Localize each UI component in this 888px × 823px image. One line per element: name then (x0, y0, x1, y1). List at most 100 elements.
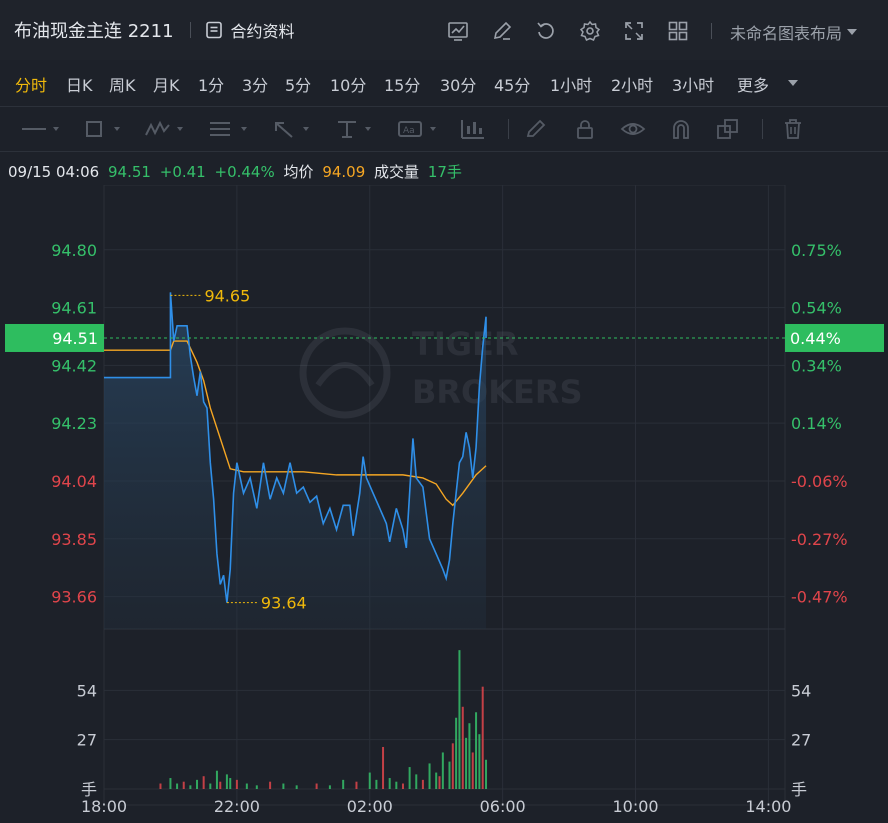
divider (508, 117, 509, 141)
arrow-tool[interactable] (272, 117, 318, 141)
undo-icon (537, 22, 554, 39)
volume-tick-left: 54 (77, 681, 97, 700)
high-marker-label: 94.65 (204, 286, 250, 305)
brush-tool[interactable] (524, 117, 548, 141)
period-tab-2[interactable]: 周K (109, 72, 136, 96)
period-tab-10[interactable]: 45分 (494, 72, 530, 96)
time-tick-label: 02:00 (347, 797, 393, 816)
volume-bar (209, 783, 212, 789)
pct-tick-label: 0.75% (791, 241, 842, 260)
indicator-button[interactable] (444, 17, 472, 45)
chart-line-icon (448, 22, 468, 41)
volume-bar (342, 779, 345, 789)
time-tick-label: 18:00 (81, 797, 127, 816)
volume-bar (245, 783, 248, 789)
trash-icon (785, 119, 801, 139)
visibility-tool[interactable] (620, 117, 646, 141)
price-tick-label: 94.23 (51, 414, 97, 433)
volume-bar (415, 774, 418, 789)
eye-icon (620, 123, 646, 135)
price-tick-label: 94.61 (51, 299, 97, 318)
price-tick-label: 93.85 (51, 530, 97, 549)
period-tab-5[interactable]: 3分 (242, 72, 268, 96)
delete-tool[interactable] (782, 117, 804, 141)
rect-tool[interactable] (84, 117, 126, 141)
volume-bar (229, 778, 232, 789)
period-tabs: 分时 日K 周K 月K 1分 3分 5分 10分 15分 30分 45分 1小时 2小时 3小时 更多 (0, 60, 888, 106)
volume-bar (458, 650, 461, 789)
lock-icon (577, 120, 593, 139)
text-tool[interactable]: Aa (398, 117, 444, 141)
volume-bar (375, 779, 378, 789)
period-tab-6[interactable]: 5分 (285, 72, 311, 96)
volume-bar (176, 783, 179, 789)
volume-bar (169, 778, 172, 789)
avg-label: 均价 (283, 163, 314, 181)
layout-name: 未命名图表布局 (730, 24, 843, 43)
volume-bar (225, 774, 228, 789)
volume-bar (269, 781, 272, 789)
volume-tick-left: 27 (77, 731, 97, 750)
edit-button[interactable] (488, 17, 516, 45)
time-tick-label: 22:00 (214, 797, 260, 816)
svg-text:Aa: Aa (403, 126, 415, 136)
volume-bar (382, 746, 385, 789)
settings-button[interactable] (576, 17, 604, 45)
period-tab-12[interactable]: 2小时 (611, 72, 653, 96)
fib-tool[interactable] (208, 117, 254, 141)
layout-selector[interactable]: 未命名图表布局 (730, 20, 858, 44)
period-tab-4[interactable]: 1分 (198, 72, 224, 96)
price-tick-label: 94.42 (51, 356, 97, 375)
volume-bar (388, 778, 391, 789)
volume-bar (455, 717, 458, 789)
undo-button[interactable] (532, 17, 560, 45)
period-tab-8[interactable]: 15分 (384, 72, 420, 96)
contract-info-button[interactable]: 合约资料 (205, 18, 295, 42)
price-range-tool[interactable] (336, 117, 382, 141)
period-tab-14[interactable]: 更多 (737, 72, 769, 96)
lock-tool[interactable] (574, 117, 596, 141)
period-tab-3[interactable]: 月K (153, 72, 180, 96)
more-caret-icon (788, 80, 798, 86)
magnet-tool[interactable] (670, 117, 692, 141)
volume-bar (468, 723, 471, 789)
volume-bar (401, 783, 404, 789)
wave-icon (145, 120, 183, 136)
period-tab-7[interactable]: 10分 (330, 72, 366, 96)
volume-bar (355, 781, 358, 789)
line-tool[interactable] (20, 117, 66, 141)
volume-bar (235, 779, 238, 789)
volume-bar (219, 781, 222, 789)
pattern-tool[interactable] (460, 117, 486, 141)
period-tab-13[interactable]: 3小时 (672, 72, 714, 96)
volume-bar (189, 785, 192, 789)
volume-bar (215, 770, 218, 789)
quote-time: 09/15 04:06 (8, 163, 100, 181)
volume-bar (435, 772, 438, 789)
intraday-chart[interactable]: TIGER BROKERS 94.80 94.61 94.42 94.23 94.04 9… (0, 185, 888, 823)
top-toolbar (444, 17, 692, 45)
volume-bar (196, 779, 199, 789)
magnet-icon (673, 120, 689, 139)
period-tab-0[interactable]: 分时 (15, 72, 47, 96)
pct-tick-label: 0.54% (791, 299, 842, 318)
fullscreen-button[interactable] (620, 17, 648, 45)
arrow-icon (275, 122, 309, 138)
clone-tool[interactable] (716, 117, 740, 141)
volume-bar (328, 785, 331, 789)
volume-bar (408, 767, 411, 789)
copy-icon (717, 119, 738, 139)
pct-tick-label: -0.27% (791, 530, 848, 549)
wave-tool[interactable] (144, 117, 190, 141)
volume-label: 成交量 (374, 163, 420, 181)
period-tab-1[interactable]: 日K (66, 72, 93, 96)
grid-layout-button[interactable] (664, 17, 692, 45)
caret-down-icon (847, 29, 858, 35)
time-tick-label: 14:00 (745, 797, 791, 816)
period-tab-9[interactable]: 30分 (440, 72, 476, 96)
avg-value: 94.09 (322, 163, 366, 181)
volume-bar (461, 706, 464, 789)
document-icon (205, 21, 222, 39)
period-tab-11[interactable]: 1小时 (550, 72, 592, 96)
instrument-title[interactable]: 布油现金主连 2211 (14, 17, 174, 43)
